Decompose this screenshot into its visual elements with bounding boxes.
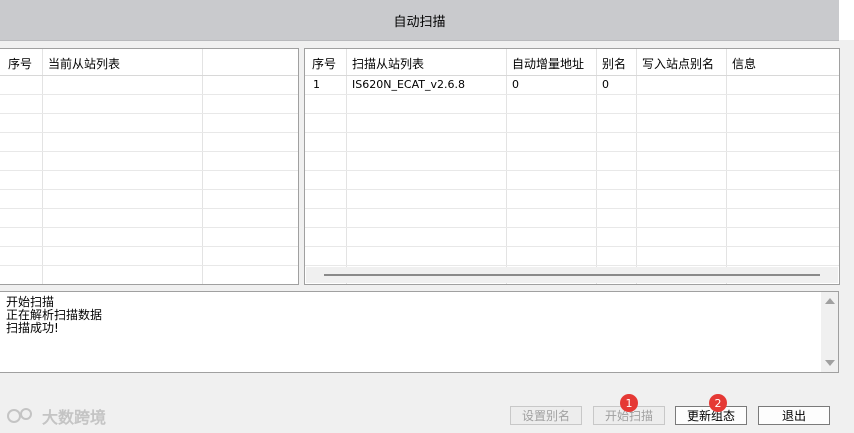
current-slave-table[interactable]: 序号 当前从站列表 <box>0 48 299 285</box>
table-row[interactable] <box>0 114 298 133</box>
annotation-badge-2: 2 <box>709 394 727 412</box>
scanned-slave-table[interactable]: 序号 扫描从站列表 自动增量地址 别名 写入站点别名 信息 1 IS620N_E… <box>304 48 840 285</box>
table-row[interactable] <box>305 171 839 190</box>
column-header-scanned-slave-list[interactable]: 扫描从站列表 <box>352 55 424 72</box>
watermark: 大数跨境 <box>6 404 106 428</box>
table-row[interactable] <box>0 152 298 171</box>
cell-alias: 0 <box>602 78 609 91</box>
column-header-index[interactable]: 序号 <box>8 55 32 72</box>
table-row[interactable] <box>305 209 839 228</box>
window-title-bar: 自动扫描 <box>0 0 839 41</box>
table-header: 序号 当前从站列表 <box>0 49 298 76</box>
cell-slave-name: IS620N_ECAT_v2.6.8 <box>352 78 465 91</box>
table-row[interactable] <box>0 133 298 152</box>
table-row[interactable] <box>0 209 298 228</box>
log-line: 扫描成功! <box>6 321 59 335</box>
table-row[interactable]: 1 IS620N_ECAT_v2.6.8 0 0 <box>305 76 839 95</box>
column-header-alias[interactable]: 别名 <box>602 55 626 72</box>
window-title: 自动扫描 <box>393 14 446 30</box>
table-row[interactable] <box>305 190 839 209</box>
table-row[interactable] <box>305 133 839 152</box>
exit-button[interactable]: 退出 <box>758 406 830 425</box>
horizontal-scrollbar[interactable] <box>306 267 838 283</box>
table-row[interactable] <box>0 266 298 284</box>
table-row[interactable] <box>305 247 839 266</box>
table-row[interactable] <box>0 228 298 247</box>
set-alias-button[interactable]: 设置别名 <box>510 406 582 425</box>
cell-index: 1 <box>313 78 320 91</box>
column-header-info[interactable]: 信息 <box>732 55 756 72</box>
watermark-text: 大数跨境 <box>42 408 107 427</box>
table-row[interactable] <box>0 171 298 190</box>
title-bar-edge <box>839 0 854 40</box>
vertical-scrollbar[interactable] <box>821 292 838 372</box>
scroll-down-icon[interactable] <box>825 360 835 366</box>
scan-log-textarea[interactable]: 开始扫描 正在解析扫描数据 扫描成功! <box>0 291 839 373</box>
table-header: 序号 扫描从站列表 自动增量地址 别名 写入站点别名 信息 <box>305 49 839 76</box>
column-header-write-station-alias[interactable]: 写入站点别名 <box>642 55 714 72</box>
table-row[interactable] <box>0 190 298 209</box>
cell-auto-increment-address: 0 <box>512 78 519 91</box>
table-row[interactable] <box>0 247 298 266</box>
table-row[interactable] <box>305 95 839 114</box>
table-row[interactable] <box>305 152 839 171</box>
table-row[interactable] <box>305 114 839 133</box>
watermark-logo-icon <box>7 408 32 423</box>
column-header-auto-increment-address[interactable]: 自动增量地址 <box>512 55 584 72</box>
annotation-badge-1: 1 <box>620 394 638 412</box>
table-row[interactable] <box>0 95 298 114</box>
scrollbar-thumb[interactable] <box>324 274 820 276</box>
column-header-current-slave-list[interactable]: 当前从站列表 <box>48 55 120 72</box>
table-row[interactable] <box>305 228 839 247</box>
table-row[interactable] <box>0 76 298 95</box>
column-header-index[interactable]: 序号 <box>312 55 336 72</box>
scroll-up-icon[interactable] <box>825 298 835 304</box>
